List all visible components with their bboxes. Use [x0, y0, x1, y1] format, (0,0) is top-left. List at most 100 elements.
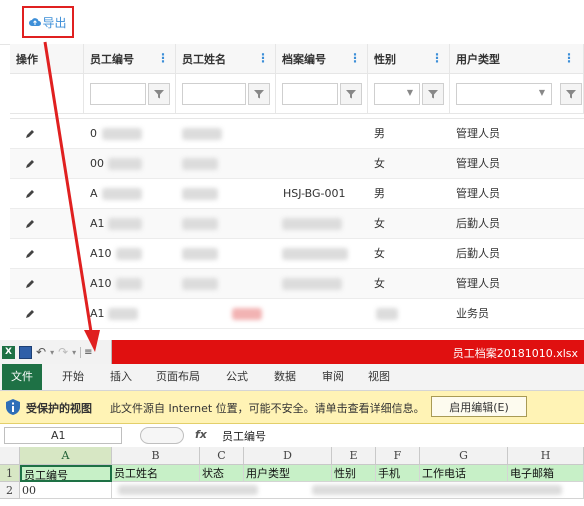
file-no-filter-input[interactable] [282, 83, 338, 105]
table-row[interactable]: A HSJ-BG-001 男 管理人员 [10, 179, 584, 209]
filter-icon[interactable] [340, 83, 362, 105]
tab-page-layout[interactable]: 页面布局 [150, 364, 206, 390]
user-type-filter-select[interactable]: ▼ [456, 83, 552, 105]
table-row[interactable]: A1 女 后勤人员 [10, 209, 584, 239]
redacted-block [312, 485, 562, 495]
function-icon[interactable]: fx [195, 428, 207, 441]
redo-icon[interactable]: ↷ [58, 345, 68, 359]
cell-b1[interactable]: 员工姓名 [112, 465, 200, 482]
column-header-action[interactable]: 操作 [10, 44, 84, 74]
row-header-2[interactable]: 2 [0, 482, 20, 499]
column-header-user-type[interactable]: 用户类型 ⋮ [450, 44, 584, 74]
gender-cell: 女 [374, 277, 385, 290]
table-row[interactable]: 0 男 管理人员 [10, 119, 584, 149]
tab-view[interactable]: 视图 [362, 364, 396, 390]
column-menu-icon[interactable]: ⋮ [431, 52, 443, 64]
column-menu-icon[interactable]: ⋮ [157, 52, 169, 64]
redacted-block [116, 278, 142, 290]
cell-a2[interactable]: 00 [20, 482, 112, 499]
tab-insert[interactable]: 插入 [104, 364, 138, 390]
tab-formulas[interactable]: 公式 [220, 364, 254, 390]
save-icon[interactable] [19, 345, 32, 359]
filter-icon[interactable] [560, 83, 582, 105]
edit-pencil-icon[interactable] [24, 158, 36, 170]
edit-pencil-icon[interactable] [24, 128, 36, 140]
cell-a1[interactable]: 员工编号 [20, 465, 112, 482]
name-box[interactable]: A1 [4, 427, 122, 444]
redacted-block [118, 485, 258, 495]
table-row[interactable]: A10 女 管理人员 [10, 269, 584, 299]
filter-cell-action [10, 74, 84, 114]
filter-icon[interactable] [248, 83, 270, 105]
customize-toolbar-icon[interactable]: ≡ [80, 346, 93, 358]
cell-f1[interactable]: 手机 [376, 465, 420, 482]
chevron-down-icon: ▼ [406, 88, 413, 97]
tab-file[interactable]: 文件 [2, 364, 42, 390]
user-type-cell: 管理人员 [456, 127, 500, 140]
table-row[interactable]: A10 女 后勤人员 [10, 239, 584, 269]
gender-filter-select[interactable]: ▼ [374, 83, 420, 105]
filter-icon[interactable] [422, 83, 444, 105]
user-type-cell: 管理人员 [456, 277, 500, 290]
edit-pencil-icon[interactable] [24, 188, 36, 200]
chevron-down-icon[interactable]: ▾ [50, 348, 54, 357]
undo-icon[interactable]: ↶ [36, 345, 46, 359]
row-2-redacted[interactable] [112, 482, 584, 499]
export-button[interactable]: 导出 [22, 6, 74, 38]
column-header-label: 员工编号 [90, 52, 134, 66]
edit-pencil-icon[interactable] [24, 218, 36, 230]
column-menu-icon[interactable]: ⋮ [257, 52, 269, 64]
table-row[interactable]: 00 女 管理人员 [10, 149, 584, 179]
tab-data[interactable]: 数据 [268, 364, 302, 390]
cell-e1[interactable]: 性别 [332, 465, 376, 482]
column-header-gender[interactable]: 性别 ⋮ [368, 44, 450, 74]
excel-filename: 员工档案20181010.xlsx [452, 347, 578, 360]
enable-editing-button[interactable]: 启用编辑(E) [431, 396, 527, 417]
gender-cell: 男 [374, 187, 385, 200]
cell-c1[interactable]: 状态 [200, 465, 244, 482]
employee-grid: 操作 员工编号 ⋮ 员工姓名 ⋮ 档案编号 ⋮ 性别 ⋮ 用户类型 ⋮ ▼ ▼ … [10, 44, 584, 344]
column-header-c[interactable]: C [200, 447, 244, 465]
formula-value[interactable]: 员工编号 [222, 428, 266, 444]
user-type-cell: 管理人员 [456, 187, 500, 200]
filter-cell-file-no [276, 74, 368, 114]
column-header-emp-no[interactable]: 员工编号 ⋮ [84, 44, 176, 74]
edit-pencil-icon[interactable] [24, 308, 36, 320]
ribbon-tabs: 文件 开始 插入 页面布局 公式 数据 审阅 视图 [0, 364, 584, 391]
emp-no-cell: A [90, 187, 98, 200]
excel-window: X ↶ ▾ ↷ ▾ ≡ 员工档案20181010.xlsx 文件 开始 插入 页… [0, 340, 584, 506]
column-header-g[interactable]: G [420, 447, 508, 465]
gender-cell: 女 [374, 217, 385, 230]
column-header-f[interactable]: F [376, 447, 420, 465]
row-header-1[interactable]: 1 [0, 465, 20, 482]
filter-icon[interactable] [148, 83, 170, 105]
column-menu-icon[interactable]: ⋮ [349, 52, 361, 64]
tab-review[interactable]: 审阅 [316, 364, 350, 390]
select-all-corner[interactable] [0, 447, 20, 465]
redacted-block [182, 248, 218, 260]
filter-cell-emp-no [84, 74, 176, 114]
cell-g1[interactable]: 工作电话 [420, 465, 508, 482]
column-header-h[interactable]: H [508, 447, 584, 465]
column-header-emp-name[interactable]: 员工姓名 ⋮ [176, 44, 276, 74]
column-header-d[interactable]: D [244, 447, 332, 465]
emp-name-filter-input[interactable] [182, 83, 246, 105]
quick-access-toolbar: X ↶ ▾ ↷ ▾ ≡ [0, 340, 112, 364]
column-header-e[interactable]: E [332, 447, 376, 465]
tab-home[interactable]: 开始 [56, 364, 90, 390]
cell-d1[interactable]: 用户类型 [244, 465, 332, 482]
column-menu-icon[interactable]: ⋮ [563, 52, 575, 64]
column-header-b[interactable]: B [112, 447, 200, 465]
chevron-down-icon[interactable]: ▾ [72, 348, 76, 357]
emp-no-filter-input[interactable] [90, 83, 146, 105]
column-header-label: 档案编号 [282, 52, 326, 66]
edit-pencil-icon[interactable] [24, 278, 36, 290]
redacted-block [376, 308, 398, 320]
cell-h1[interactable]: 电子邮箱 [508, 465, 584, 482]
column-header-file-no[interactable]: 档案编号 ⋮ [276, 44, 368, 74]
gender-cell: 男 [374, 127, 385, 140]
table-row[interactable]: A1 业务员 [10, 299, 584, 329]
emp-no-cell: A1 [90, 307, 105, 320]
column-header-a[interactable]: A [20, 447, 112, 465]
edit-pencil-icon[interactable] [24, 248, 36, 260]
